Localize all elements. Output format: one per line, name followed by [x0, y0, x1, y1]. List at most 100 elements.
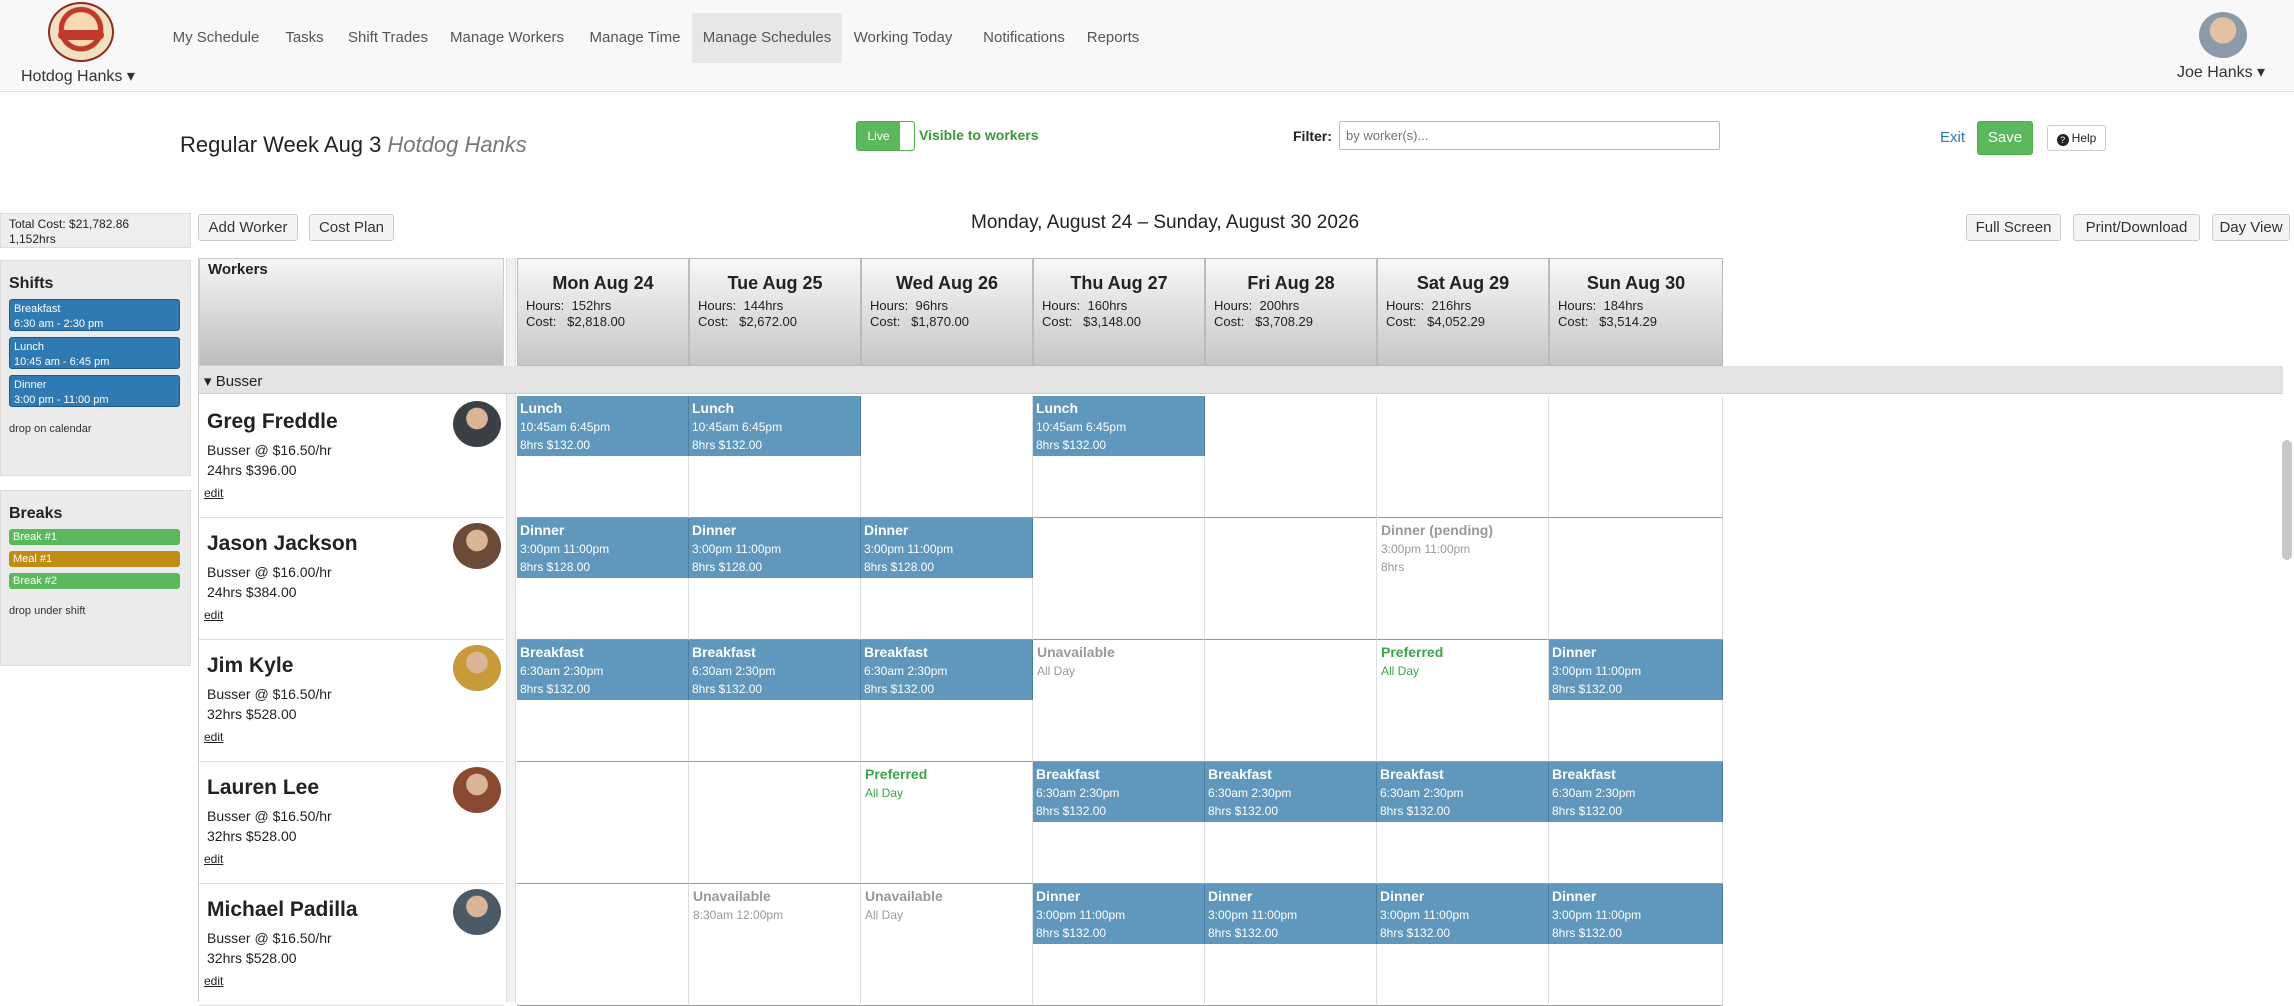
schedule-cell[interactable]: Dinner 3:00pm 11:00pm 8hrs $128.00 — [689, 518, 861, 640]
schedule-cell[interactable]: Dinner 3:00pm 11:00pm 8hrs $132.00 — [1549, 640, 1723, 762]
schedule-cell[interactable] — [1205, 518, 1377, 640]
pending-shift[interactable]: Dinner (pending) 3:00pm 11:00pm 8hrs — [1377, 518, 1548, 579]
nav-manage-workers[interactable]: Manage Workers — [444, 13, 570, 63]
shift-block[interactable]: Breakfast 6:30am 2:30pm 8hrs $132.00 — [861, 640, 1033, 700]
day-header-2[interactable]: Wed Aug 26 Hours: 96hrs Cost: $1,870.00 — [861, 258, 1033, 366]
company-switcher[interactable]: Hotdog Hanks ▾ — [21, 66, 135, 86]
nav-manage-schedules[interactable]: Manage Schedules — [692, 13, 842, 63]
day-header-6[interactable]: Sun Aug 30 Hours: 184hrs Cost: $3,514.29 — [1549, 258, 1723, 366]
add-worker-button[interactable]: Add Worker — [198, 214, 298, 241]
schedule-cell[interactable]: Unavailable 8:30am 12:00pm — [689, 884, 861, 1006]
schedule-cell[interactable] — [861, 396, 1033, 518]
shift-block[interactable]: Breakfast 6:30am 2:30pm 8hrs $132.00 — [1377, 762, 1549, 822]
day-header-0[interactable]: Mon Aug 24 Hours: 152hrs Cost: $2,818.00 — [517, 258, 689, 366]
schedule-cell[interactable]: Breakfast 6:30am 2:30pm 8hrs $132.00 — [1549, 762, 1723, 884]
shift-template-dinner[interactable]: Dinner 3:00 pm - 11:00 pm — [9, 375, 180, 407]
shift-block[interactable]: Dinner 3:00pm 11:00pm 8hrs $132.00 — [1549, 884, 1723, 944]
schedule-cell[interactable]: Dinner 3:00pm 11:00pm 8hrs $132.00 — [1377, 884, 1549, 1006]
schedule-cell[interactable] — [517, 884, 689, 1006]
nav-working-today[interactable]: Working Today — [848, 13, 958, 63]
schedule-cell[interactable] — [1205, 396, 1377, 518]
break-template-1[interactable]: Break #1 — [9, 529, 180, 545]
schedule-cell[interactable] — [1549, 518, 1723, 640]
shift-block[interactable]: Breakfast 6:30am 2:30pm 8hrs $132.00 — [1205, 762, 1377, 822]
schedule-cell[interactable]: Breakfast 6:30am 2:30pm 8hrs $132.00 — [689, 640, 861, 762]
nav-manage-time[interactable]: Manage Time — [579, 13, 691, 63]
schedule-cell[interactable]: Dinner (pending) 3:00pm 11:00pm 8hrs — [1377, 518, 1549, 640]
shift-block[interactable]: Breakfast 6:30am 2:30pm 8hrs $132.00 — [689, 640, 861, 700]
exit-link[interactable]: Exit — [1940, 129, 1965, 146]
shift-block[interactable]: Lunch 10:45am 6:45pm 8hrs $132.00 — [517, 396, 689, 456]
schedule-cell[interactable] — [517, 762, 689, 884]
company-logo[interactable] — [48, 2, 114, 62]
day-header-5[interactable]: Sat Aug 29 Hours: 216hrs Cost: $4,052.29 — [1377, 258, 1549, 366]
schedule-cell[interactable] — [1549, 396, 1723, 518]
day-header-3[interactable]: Thu Aug 27 Hours: 160hrs Cost: $3,148.00 — [1033, 258, 1205, 366]
schedule-cell[interactable] — [1205, 640, 1377, 762]
meal-template-1[interactable]: Meal #1 — [9, 551, 180, 567]
group-busser[interactable]: ▾ Busser — [199, 366, 2283, 394]
schedule-cell[interactable] — [1377, 396, 1549, 518]
day-view-button[interactable]: Day View — [2212, 214, 2290, 241]
schedule-cell[interactable]: Breakfast 6:30am 2:30pm 8hrs $132.00 — [861, 640, 1033, 762]
schedule-cell[interactable]: Preferred All Day — [861, 762, 1033, 884]
shift-block[interactable]: Breakfast 6:30am 2:30pm 8hrs $132.00 — [1549, 762, 1723, 822]
edit-link[interactable]: edit — [204, 608, 223, 622]
edit-link[interactable]: edit — [204, 974, 223, 988]
schedule-cell[interactable]: Breakfast 6:30am 2:30pm 8hrs $132.00 — [1205, 762, 1377, 884]
shift-block[interactable]: Breakfast 6:30am 2:30pm 8hrs $132.00 — [1033, 762, 1205, 822]
cost-plan-button[interactable]: Cost Plan — [309, 214, 394, 241]
schedule-cell[interactable]: Unavailable All Day — [1033, 640, 1205, 762]
user-avatar[interactable] — [2199, 12, 2247, 58]
shift-block[interactable]: Dinner 3:00pm 11:00pm 8hrs $128.00 — [861, 518, 1033, 578]
schedule-cell[interactable]: Preferred All Day — [1377, 640, 1549, 762]
shift-block[interactable]: Lunch 10:45am 6:45pm 8hrs $132.00 — [689, 396, 861, 456]
shift-template-lunch[interactable]: Lunch 10:45 am - 6:45 pm — [9, 337, 180, 369]
schedule-cell[interactable] — [689, 762, 861, 884]
schedule-cell[interactable]: Breakfast 6:30am 2:30pm 8hrs $132.00 — [1377, 762, 1549, 884]
shift-block[interactable]: Dinner 3:00pm 11:00pm 8hrs $132.00 — [1377, 884, 1549, 944]
day-header-1[interactable]: Tue Aug 25 Hours: 144hrs Cost: $2,672.00 — [689, 258, 861, 366]
schedule-cell[interactable]: Breakfast 6:30am 2:30pm 8hrs $132.00 — [517, 640, 689, 762]
save-button[interactable]: Save — [1977, 121, 2033, 155]
schedule-cell[interactable]: Dinner 3:00pm 11:00pm 8hrs $128.00 — [861, 518, 1033, 640]
shift-block[interactable]: Dinner 3:00pm 11:00pm 8hrs $132.00 — [1549, 640, 1723, 700]
schedule-cell[interactable]: Lunch 10:45am 6:45pm 8hrs $132.00 — [1033, 396, 1205, 518]
shift-block[interactable]: Dinner 3:00pm 11:00pm 8hrs $128.00 — [517, 518, 689, 578]
day-stats: Hours: 184hrs Cost: $3,514.29 — [1558, 298, 1658, 329]
shift-template-breakfast[interactable]: Breakfast 6:30 am - 2:30 pm — [9, 299, 180, 331]
schedule-cell[interactable]: Lunch 10:45am 6:45pm 8hrs $132.00 — [689, 396, 861, 518]
schedule-cell[interactable] — [1033, 518, 1205, 640]
nav-my-schedule[interactable]: My Schedule — [161, 13, 271, 63]
shift-block[interactable]: Dinner 3:00pm 11:00pm 8hrs $132.00 — [1033, 884, 1205, 944]
question-icon: ? — [2056, 134, 2069, 146]
nav-reports[interactable]: Reports — [1084, 13, 1142, 63]
nav-notifications[interactable]: Notifications — [968, 13, 1080, 63]
edit-link[interactable]: edit — [204, 486, 223, 500]
shift-block[interactable]: Breakfast 6:30am 2:30pm 8hrs $132.00 — [517, 640, 689, 700]
edit-link[interactable]: edit — [204, 730, 223, 744]
schedule-cell[interactable]: Lunch 10:45am 6:45pm 8hrs $132.00 — [517, 396, 689, 518]
schedule-cell[interactable]: Dinner 3:00pm 11:00pm 8hrs $132.00 — [1033, 884, 1205, 1006]
day-header-4[interactable]: Fri Aug 28 Hours: 200hrs Cost: $3,708.29 — [1205, 258, 1377, 366]
schedule-cell[interactable]: Unavailable All Day — [861, 884, 1033, 1006]
live-toggle[interactable]: Live — [856, 121, 915, 151]
shift-block[interactable]: Dinner 3:00pm 11:00pm 8hrs $128.00 — [689, 518, 861, 578]
worker-filter-input[interactable] — [1339, 121, 1720, 150]
nav-shift-trades[interactable]: Shift Trades — [340, 13, 436, 63]
schedule-cell[interactable]: Breakfast 6:30am 2:30pm 8hrs $132.00 — [1033, 762, 1205, 884]
full-screen-button[interactable]: Full Screen — [1966, 214, 2061, 241]
edit-link[interactable]: edit — [204, 852, 223, 866]
schedule-cell[interactable]: Dinner 3:00pm 11:00pm 8hrs $132.00 — [1549, 884, 1723, 1006]
vertical-scrollbar[interactable] — [2282, 440, 2292, 560]
block-time: 8:30am 12:00pm — [693, 908, 784, 922]
user-menu[interactable]: Joe Hanks ▾ — [2177, 62, 2265, 82]
schedule-cell[interactable]: Dinner 3:00pm 11:00pm 8hrs $128.00 — [517, 518, 689, 640]
nav-tasks[interactable]: Tasks — [277, 13, 332, 63]
print-download-button[interactable]: Print/Download — [2073, 214, 2200, 241]
break-template-2[interactable]: Break #2 — [9, 573, 180, 589]
shift-block[interactable]: Lunch 10:45am 6:45pm 8hrs $132.00 — [1033, 396, 1205, 456]
help-button[interactable]: ? Help — [2047, 125, 2106, 151]
schedule-cell[interactable]: Dinner 3:00pm 11:00pm 8hrs $132.00 — [1205, 884, 1377, 1006]
shift-block[interactable]: Dinner 3:00pm 11:00pm 8hrs $132.00 — [1205, 884, 1377, 944]
